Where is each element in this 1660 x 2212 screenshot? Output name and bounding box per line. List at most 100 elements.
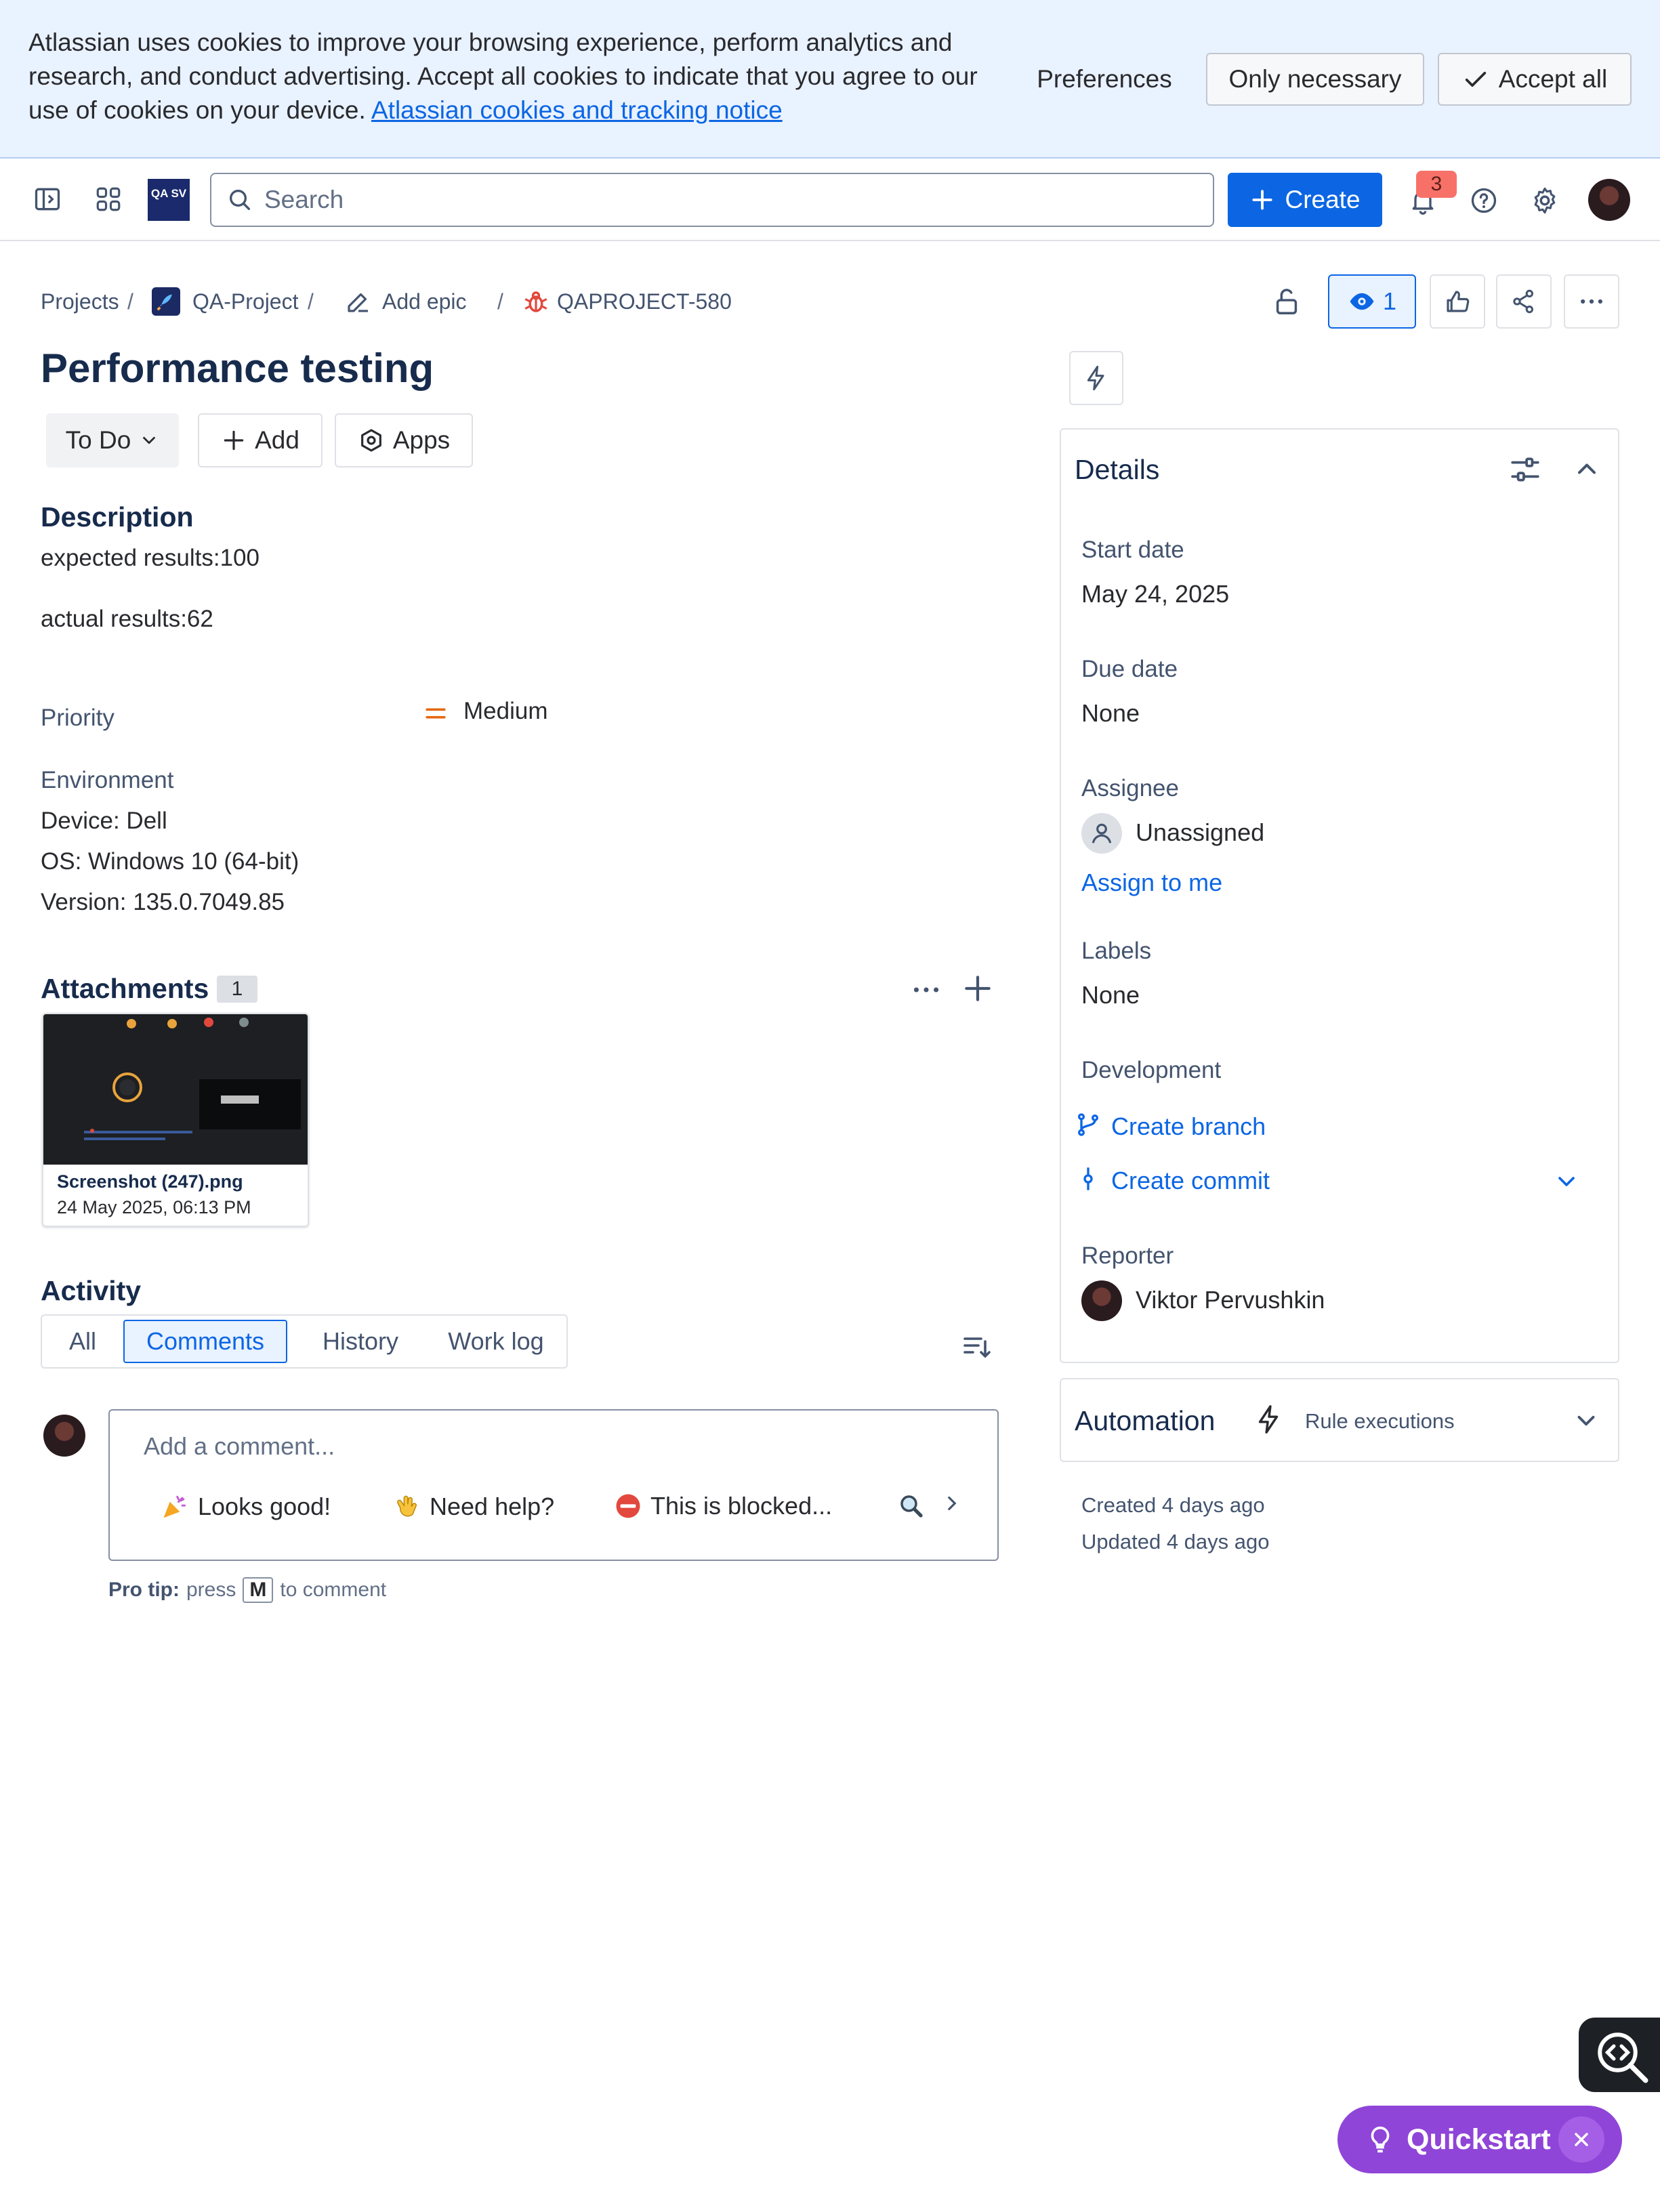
priority-medium-icon xyxy=(424,702,447,725)
magnifier-icon xyxy=(900,1495,923,1518)
attachments-heading: Attachments xyxy=(41,973,209,1004)
code-search-icon xyxy=(1598,2032,1648,2083)
start-date-label: Start date xyxy=(1081,537,1184,563)
comment-editor[interactable]: Add a comment... Looks good! Need help? … xyxy=(108,1409,999,1561)
create-label: Create xyxy=(1285,186,1361,213)
cookie-banner: Atlassian uses cookies to improve your b… xyxy=(0,0,1660,159)
apps-button[interactable]: Apps xyxy=(335,413,473,467)
create-button[interactable]: Create xyxy=(1228,173,1382,227)
activity-tabs: All Comments History Work log xyxy=(41,1314,568,1369)
comment-input[interactable]: Add a comment... xyxy=(144,1432,335,1461)
start-date-value[interactable]: May 24, 2025 xyxy=(1081,580,1229,608)
add-label: Add xyxy=(255,426,299,454)
status-dropdown[interactable]: To Do xyxy=(46,413,179,467)
search-box[interactable] xyxy=(210,173,1214,227)
bug-icon xyxy=(522,287,550,316)
more-actions-button[interactable] xyxy=(1564,274,1619,329)
tab-all[interactable]: All xyxy=(51,1320,114,1363)
automation-bolt-button[interactable] xyxy=(1069,351,1123,405)
help-icon[interactable] xyxy=(1464,180,1504,221)
more-icon[interactable] xyxy=(909,973,943,1007)
create-branch-link[interactable]: Create branch xyxy=(1111,1112,1266,1141)
breadcrumb-separator: / xyxy=(497,289,503,314)
labels-value[interactable]: None xyxy=(1081,981,1140,1009)
unlock-icon[interactable] xyxy=(1271,286,1302,317)
app-switcher-icon[interactable] xyxy=(88,179,129,220)
cookie-message: Atlassian uses cookies to improve your b… xyxy=(28,26,1004,127)
gear-icon[interactable] xyxy=(1524,180,1565,221)
automation-panel[interactable]: Automation Rule executions xyxy=(1060,1378,1619,1462)
due-date-label: Due date xyxy=(1081,656,1178,682)
environment-label: Environment xyxy=(41,767,174,793)
branch-icon xyxy=(1075,1111,1102,1138)
environment-line[interactable]: Device: Dell xyxy=(41,808,167,835)
breadcrumb-add-epic[interactable]: Add epic xyxy=(382,288,467,315)
chevron-right-icon[interactable] xyxy=(940,1492,963,1515)
breadcrumb-separator: / xyxy=(127,289,133,314)
breadcrumb-projects[interactable]: Projects xyxy=(41,288,119,315)
development-label: Development xyxy=(1081,1057,1222,1083)
tab-history[interactable]: History xyxy=(299,1320,421,1363)
chevron-down-icon[interactable] xyxy=(1572,1406,1600,1435)
check-icon xyxy=(1465,72,1486,87)
commenter-avatar xyxy=(43,1415,85,1457)
details-heading: Details xyxy=(1075,454,1160,485)
quick-reply-search[interactable] xyxy=(897,1492,926,1520)
priority-label: Priority xyxy=(41,705,115,731)
issue-title[interactable]: Performance testing xyxy=(41,341,434,396)
user-avatar[interactable] xyxy=(1588,179,1630,221)
chevron-down-icon xyxy=(143,436,156,444)
like-button[interactable] xyxy=(1430,274,1485,329)
tab-work-log[interactable]: Work log xyxy=(428,1320,564,1363)
watcher-count: 1 xyxy=(1382,287,1397,315)
pro-tip-suffix: to comment xyxy=(280,1579,387,1601)
attachment-card[interactable]: Screenshot (247).png 24 May 2025, 06:13 … xyxy=(42,1013,309,1227)
quick-reply-blocked[interactable]: This is blocked... xyxy=(614,1492,832,1520)
party-popper-icon xyxy=(163,1495,186,1518)
more-icon xyxy=(1581,299,1602,304)
quick-reply-need-help[interactable]: Need help? xyxy=(392,1492,554,1522)
watch-button[interactable]: 1 xyxy=(1328,274,1416,329)
share-icon xyxy=(1513,289,1533,314)
due-date-value[interactable]: None xyxy=(1081,699,1140,728)
description-line[interactable]: expected results:100 xyxy=(41,545,260,572)
sidebar-toggle-icon[interactable] xyxy=(27,179,68,220)
assign-to-me-link[interactable]: Assign to me xyxy=(1081,869,1222,897)
site-logo[interactable]: QA SV xyxy=(148,179,190,221)
environment-line[interactable]: Version: 135.0.7049.85 xyxy=(41,889,285,916)
breadcrumb-issue-key[interactable]: QAPROJECT-580 xyxy=(557,288,732,315)
only-necessary-button[interactable]: Only necessary xyxy=(1206,53,1424,106)
reporter-label: Reporter xyxy=(1081,1243,1174,1269)
cookie-notice-link[interactable]: Atlassian cookies and tracking notice xyxy=(371,96,783,124)
automation-heading: Automation xyxy=(1075,1405,1216,1436)
share-button[interactable] xyxy=(1496,274,1552,329)
quick-reply-looks-good[interactable]: Looks good! xyxy=(160,1492,331,1522)
activity-heading: Activity xyxy=(41,1275,142,1306)
accept-all-button[interactable]: Accept all xyxy=(1438,53,1632,106)
description-line[interactable]: actual results:62 xyxy=(41,606,213,633)
project-rocket-icon xyxy=(152,287,180,316)
status-label: To Do xyxy=(65,426,131,454)
add-button[interactable]: Add xyxy=(198,413,323,467)
chevron-up-icon[interactable] xyxy=(1572,454,1602,484)
preferences-button[interactable]: Preferences xyxy=(1016,53,1192,106)
search-input[interactable] xyxy=(263,184,1198,216)
priority-value[interactable]: Medium xyxy=(463,698,547,725)
quick-reply-label: Need help? xyxy=(430,1493,555,1520)
updated-timestamp: Updated 4 days ago xyxy=(1081,1530,1270,1553)
assignee-value[interactable]: Unassigned xyxy=(1136,818,1264,847)
breadcrumb-project[interactable]: QA-Project xyxy=(192,288,298,315)
configure-fields-icon[interactable] xyxy=(1508,453,1542,486)
create-commit-link[interactable]: Create commit xyxy=(1111,1167,1270,1195)
environment-line[interactable]: OS: Windows 10 (64-bit) xyxy=(41,848,299,875)
sort-icon[interactable] xyxy=(961,1331,993,1363)
tab-comments[interactable]: Comments xyxy=(123,1320,287,1363)
chevron-down-icon[interactable] xyxy=(1553,1168,1580,1195)
quickstart-button[interactable]: Quickstart xyxy=(1337,2106,1622,2173)
close-icon[interactable] xyxy=(1558,2116,1604,2163)
code-search-widget[interactable] xyxy=(1577,2016,1660,2093)
reporter-value[interactable]: Viktor Pervushkin xyxy=(1136,1286,1325,1314)
reporter-avatar xyxy=(1081,1280,1122,1321)
no-entry-icon xyxy=(616,1494,640,1518)
add-attachment-icon[interactable] xyxy=(961,972,995,1005)
